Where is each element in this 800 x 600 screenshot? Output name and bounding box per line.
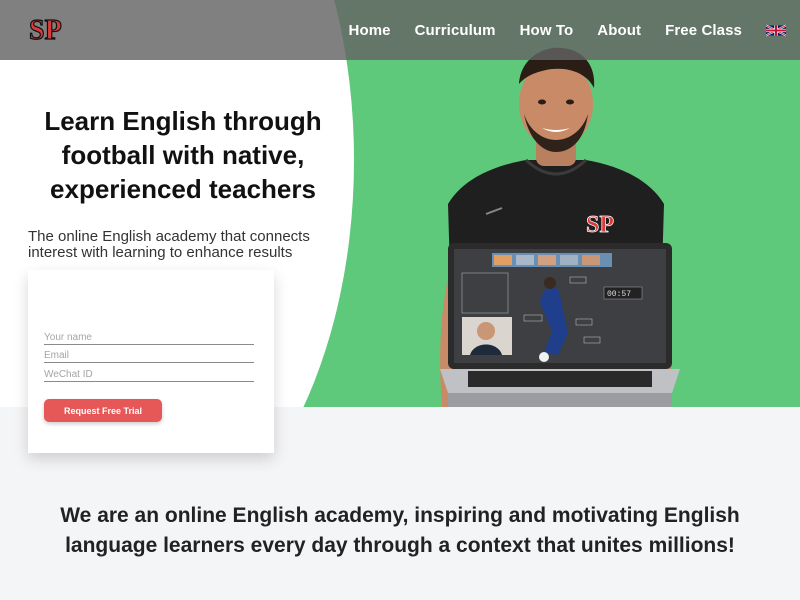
- nav-about[interactable]: About: [597, 22, 641, 39]
- nav-free-class[interactable]: Free Class: [665, 22, 742, 39]
- hero-subtitle: The online English academy that connects…: [28, 228, 310, 261]
- request-free-trial-button[interactable]: Request Free Trial: [44, 399, 162, 422]
- screen-timer: 00:57: [607, 290, 631, 299]
- nav-how-to[interactable]: How To: [520, 22, 574, 39]
- nav-curriculum[interactable]: Curriculum: [415, 22, 496, 39]
- shirt-logo: SP: [586, 212, 614, 238]
- main-nav: Home Curriculum How To About Free Class: [325, 0, 786, 60]
- email-input[interactable]: [44, 349, 254, 363]
- hero-headline: Learn English through football with nati…: [44, 106, 322, 204]
- sp-logo[interactable]: SP: [28, 10, 68, 48]
- trial-form-card: Request Free Trial: [28, 270, 274, 453]
- laptop-image: 00:57: [440, 243, 680, 407]
- logo-icon: SP: [28, 14, 62, 46]
- wechat-input[interactable]: [44, 368, 254, 382]
- name-input[interactable]: [44, 331, 254, 345]
- uk-flag-icon[interactable]: [766, 24, 786, 37]
- logo-text: SP: [29, 15, 62, 46]
- nav-home[interactable]: Home: [349, 22, 391, 39]
- mission-statement: We are an online English academy, inspir…: [60, 504, 740, 557]
